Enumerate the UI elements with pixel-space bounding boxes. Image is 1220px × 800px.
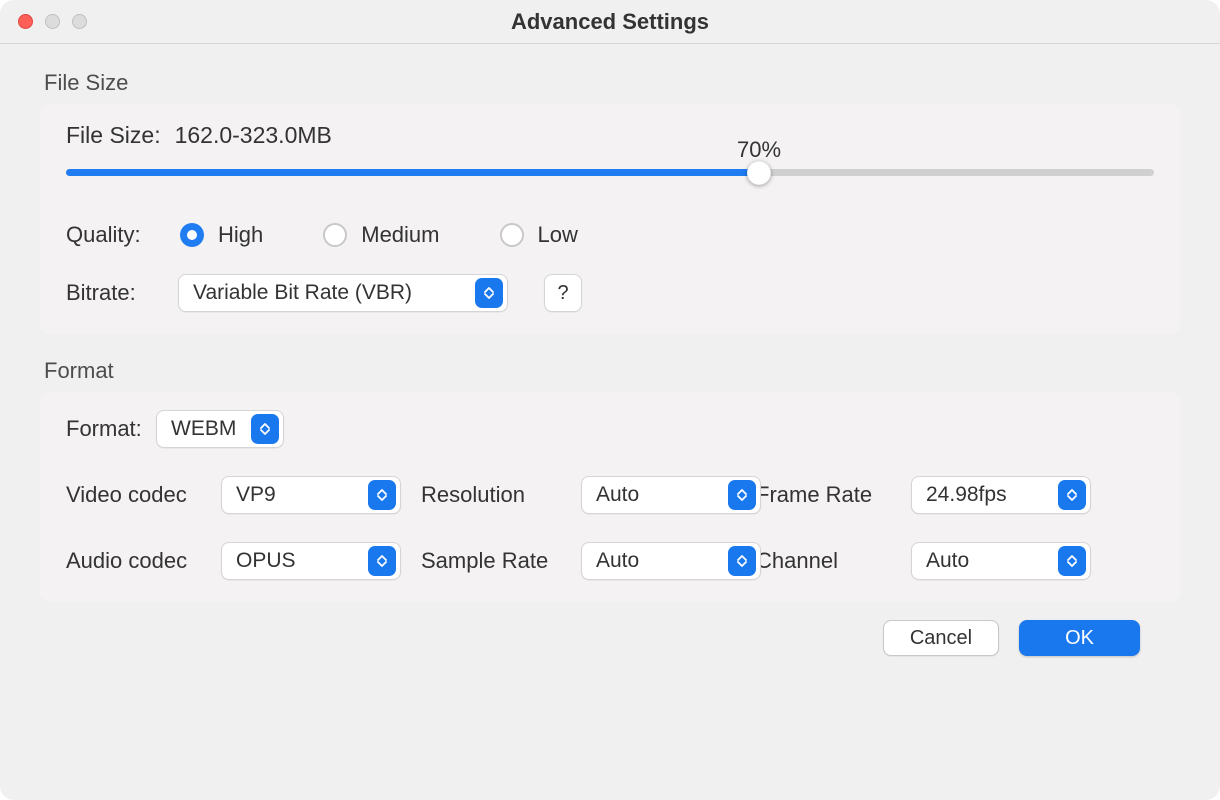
frame-rate-label: Frame Rate — [756, 482, 911, 508]
content: File Size File Size: 162.0-323.0MB 70% Q… — [0, 44, 1220, 800]
chevron-up-down-icon — [368, 546, 396, 576]
format-select[interactable]: WEBM — [156, 410, 284, 448]
cancel-button[interactable]: Cancel — [883, 620, 999, 656]
format-value: WEBM — [171, 417, 246, 441]
quality-row: Quality: High Medium Low — [66, 222, 1154, 248]
quality-radio-group: High Medium Low — [180, 222, 578, 248]
ok-button-label: OK — [1065, 627, 1094, 650]
quality-option-low[interactable]: Low — [500, 222, 578, 248]
format-row: Format: WEBM — [66, 410, 1154, 448]
slider-fill — [66, 169, 759, 176]
bitrate-help-label: ? — [557, 282, 568, 305]
chevron-up-down-icon — [728, 546, 756, 576]
advanced-settings-window: Advanced Settings File Size File Size: 1… — [0, 0, 1220, 800]
chevron-up-down-icon — [251, 414, 279, 444]
sample-rate-select[interactable]: Auto — [581, 542, 761, 580]
quality-option-label: High — [218, 222, 263, 248]
cancel-button-label: Cancel — [910, 627, 972, 650]
bitrate-select[interactable]: Variable Bit Rate (VBR) — [178, 274, 508, 312]
file-size-slider[interactable]: 70% — [66, 169, 1154, 176]
channel-select[interactable]: Auto — [911, 542, 1091, 580]
resolution-select[interactable]: Auto — [581, 476, 761, 514]
chevron-up-down-icon — [368, 480, 396, 510]
format-label: Format: — [66, 416, 156, 442]
quality-option-label: Low — [538, 222, 578, 248]
sample-rate-label: Sample Rate — [421, 548, 581, 574]
file-size-panel: File Size: 162.0-323.0MB 70% Quality: Hi… — [40, 104, 1180, 334]
dialog-footer: Cancel OK — [40, 602, 1180, 656]
chevron-up-down-icon — [728, 480, 756, 510]
channel-label: Channel — [756, 548, 911, 574]
audio-codec-value: OPUS — [236, 549, 306, 573]
chevron-up-down-icon — [1058, 480, 1086, 510]
titlebar: Advanced Settings — [0, 0, 1220, 44]
quality-label: Quality: — [66, 222, 156, 248]
window-title: Advanced Settings — [0, 9, 1220, 35]
slider-track — [66, 169, 1154, 176]
sample-rate-value: Auto — [596, 549, 649, 573]
resolution-label: Resolution — [421, 482, 581, 508]
resolution-value: Auto — [596, 483, 649, 507]
video-codec-select[interactable]: VP9 — [221, 476, 401, 514]
quality-option-medium[interactable]: Medium — [323, 222, 439, 248]
bitrate-value: Variable Bit Rate (VBR) — [193, 281, 422, 305]
frame-rate-select[interactable]: 24.98fps — [911, 476, 1091, 514]
radio-icon — [323, 223, 347, 247]
file-size-section-title: File Size — [44, 70, 1176, 96]
quality-option-label: Medium — [361, 222, 439, 248]
channel-value: Auto — [926, 549, 979, 573]
bitrate-label: Bitrate: — [66, 280, 156, 306]
radio-icon — [180, 223, 204, 247]
slider-thumb[interactable] — [747, 161, 771, 185]
radio-icon — [500, 223, 524, 247]
bitrate-help-button[interactable]: ? — [544, 274, 582, 312]
file-size-value: 162.0-323.0MB — [175, 122, 332, 149]
audio-codec-select[interactable]: OPUS — [221, 542, 401, 580]
file-size-row: File Size: 162.0-323.0MB — [66, 122, 1154, 149]
slider-percentage-label: 70% — [737, 137, 781, 163]
audio-codec-label: Audio codec — [66, 548, 221, 574]
video-codec-value: VP9 — [236, 483, 286, 507]
format-section-title: Format — [44, 358, 1176, 384]
frame-rate-value: 24.98fps — [926, 483, 1017, 507]
quality-option-high[interactable]: High — [180, 222, 263, 248]
chevron-up-down-icon — [475, 278, 503, 308]
codec-grid: Video codec VP9 Resolution Auto — [66, 476, 1154, 580]
video-codec-label: Video codec — [66, 482, 221, 508]
bitrate-row: Bitrate: Variable Bit Rate (VBR) ? — [66, 274, 1154, 312]
file-size-label: File Size: — [66, 122, 161, 149]
chevron-up-down-icon — [1058, 546, 1086, 576]
ok-button[interactable]: OK — [1019, 620, 1140, 656]
format-panel: Format: WEBM Video codec VP9 — [40, 392, 1180, 602]
